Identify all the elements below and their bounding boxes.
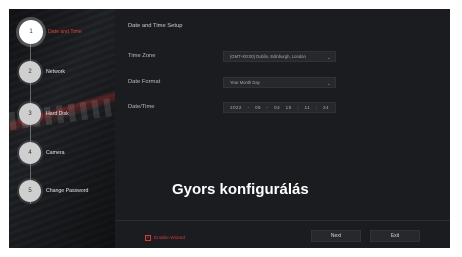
date-format-label: Date Format	[128, 79, 161, 85]
date-format-value: Year Month Day	[230, 80, 260, 85]
time-separator: :	[297, 105, 299, 110]
step-hard-disk[interactable]: 3 Hard Disk	[19, 101, 115, 127]
footer-divider	[115, 220, 450, 221]
next-button[interactable]: Next	[311, 230, 361, 242]
step-label: Date and Time	[48, 29, 82, 35]
step-network[interactable]: 2 Network	[19, 59, 115, 85]
chevron-down-icon: ⌄	[326, 55, 331, 61]
time-separator: :	[315, 105, 318, 110]
step-change-password[interactable]: 5 Change Password	[19, 178, 115, 204]
date-separator: -	[247, 105, 250, 110]
date-format-select[interactable]: Year Month Day ⌄	[223, 77, 336, 88]
panel-title: Date and Time Setup	[128, 23, 183, 29]
datetime-label: Date/Time	[128, 104, 155, 110]
exit-button[interactable]: Exit	[370, 230, 420, 242]
wizard-screen: 1 Date and Time 2 Network 3 Hard Disk 4 …	[9, 9, 450, 248]
step-number-circle: 4	[19, 142, 41, 164]
step-date-and-time[interactable]: 1 Date and Time	[19, 19, 115, 45]
enable-wizard-checkbox[interactable]: ✓	[145, 235, 151, 241]
hour-field[interactable]: 15	[286, 105, 292, 110]
step-number-circle: 1	[19, 20, 43, 44]
step-camera[interactable]: 4 Camera	[19, 140, 115, 166]
wizard-sidebar: 1 Date and Time 2 Network 3 Hard Disk 4 …	[9, 9, 141, 248]
time-zone-value: (GMT+00:00) Dublin, Edinburgh, London	[230, 54, 306, 59]
chevron-down-icon: ⌄	[326, 81, 331, 87]
step-label: Change Password	[46, 188, 89, 194]
step-label: Hard Disk	[46, 111, 69, 117]
minute-field[interactable]: 11	[305, 105, 311, 110]
step-label: Camera	[46, 150, 65, 156]
day-field[interactable]: 04	[274, 105, 280, 110]
step-number-circle: 2	[19, 61, 41, 83]
setup-panel: Date and Time Setup Time Zone (GMT+00:00…	[115, 9, 450, 248]
step-number-circle: 5	[19, 180, 41, 202]
step-label: Network	[46, 69, 66, 75]
year-field[interactable]: 2022	[230, 105, 242, 110]
date-separator: -	[266, 105, 269, 110]
check-icon: ✓	[145, 234, 151, 241]
time-zone-label: Time Zone	[128, 53, 156, 59]
enable-wizard-toggle[interactable]: ✓ Enable Wizard	[145, 235, 185, 241]
step-number-circle: 3	[19, 103, 41, 125]
second-field[interactable]: 24	[323, 105, 329, 110]
enable-wizard-label: Enable Wizard	[154, 235, 186, 241]
datetime-field[interactable]: 2022 - 06 - 04 15 : 11 : 24	[223, 102, 336, 113]
month-field[interactable]: 06	[255, 105, 261, 110]
time-zone-select[interactable]: (GMT+00:00) Dublin, Edinburgh, London ⌄	[223, 51, 336, 62]
overlay-caption: Gyors konfigurálás	[172, 181, 309, 198]
